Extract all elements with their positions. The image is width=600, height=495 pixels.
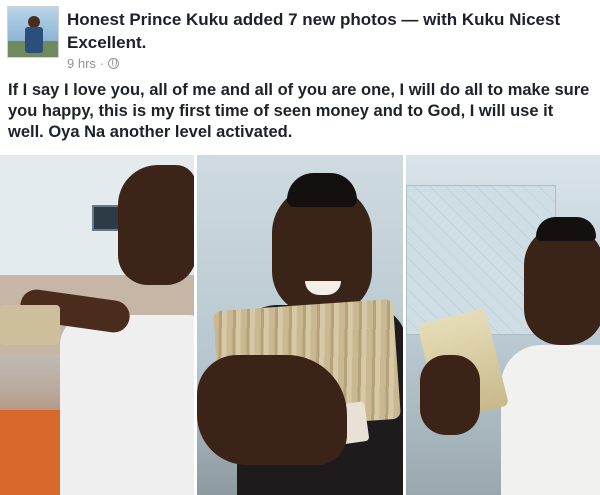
photo-3-face <box>524 225 600 345</box>
photo-3-shirt <box>501 345 600 495</box>
photo-2[interactable] <box>197 155 403 495</box>
photo-2-hair <box>287 173 357 207</box>
photo-1[interactable] <box>0 155 194 495</box>
post-meta: 9 hrs · <box>67 56 120 71</box>
post-headline: Honest Prince Kuku added 7 new photos — … <box>67 8 587 54</box>
globe-icon[interactable] <box>108 58 120 69</box>
photo-3-hand <box>420 355 480 435</box>
photo-3[interactable] <box>406 155 600 495</box>
photo-3-hair <box>536 217 596 241</box>
photo-1-head <box>118 165 194 285</box>
post-action-text: added 7 new photos — with <box>233 10 458 29</box>
post-timestamp[interactable]: 9 hrs <box>67 56 96 71</box>
photo-2-hand <box>197 355 347 465</box>
avatar-person-body <box>25 27 43 53</box>
post-body-text: If I say I love you, all of me and all o… <box>8 81 590 141</box>
post-header: Honest Prince Kuku added 7 new photos — … <box>0 0 600 76</box>
photo-1-cash <box>0 305 60 345</box>
meta-separator: · <box>99 56 105 71</box>
author-name-link[interactable]: Honest Prince Kuku <box>67 10 229 29</box>
author-avatar[interactable] <box>7 6 59 58</box>
photo-grid <box>0 155 600 495</box>
photo-1-shirt <box>60 315 194 495</box>
